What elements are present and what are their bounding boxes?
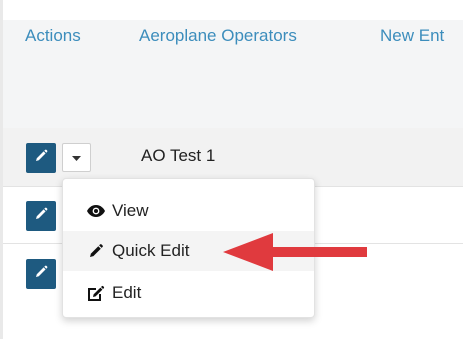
- edit-square-icon: [86, 284, 106, 302]
- table-view: Actions Aeroplane Operators New Ent AO T…: [3, 0, 463, 339]
- annotation-arrow: [223, 233, 367, 271]
- menu-item-view[interactable]: View: [63, 191, 314, 231]
- column-header-actions[interactable]: Actions: [25, 25, 81, 47]
- top-strip: [3, 0, 463, 20]
- pencil-icon: [33, 148, 49, 169]
- actions-dropdown-toggle[interactable]: [62, 143, 91, 172]
- pencil-icon: [33, 206, 49, 227]
- column-header-aeroplane-operators[interactable]: Aeroplane Operators: [139, 25, 297, 47]
- edit-button[interactable]: [26, 259, 56, 289]
- edit-button[interactable]: [26, 143, 56, 173]
- menu-item-label: Edit: [112, 283, 142, 302]
- row-name[interactable]: AO Test 1: [141, 146, 215, 166]
- caret-down-icon: [72, 149, 81, 167]
- menu-item-edit[interactable]: Edit: [63, 273, 314, 313]
- menu-item-label: Quick Edit: [112, 241, 190, 260]
- menu-item-label: View: [112, 201, 149, 220]
- table-header: Actions Aeroplane Operators New Ent: [3, 20, 463, 128]
- column-header-new-ent[interactable]: New Ent: [380, 25, 444, 47]
- pencil-icon: [33, 264, 49, 285]
- eye-icon: [86, 202, 106, 220]
- edit-button[interactable]: [26, 201, 56, 231]
- pencil-icon: [86, 242, 106, 260]
